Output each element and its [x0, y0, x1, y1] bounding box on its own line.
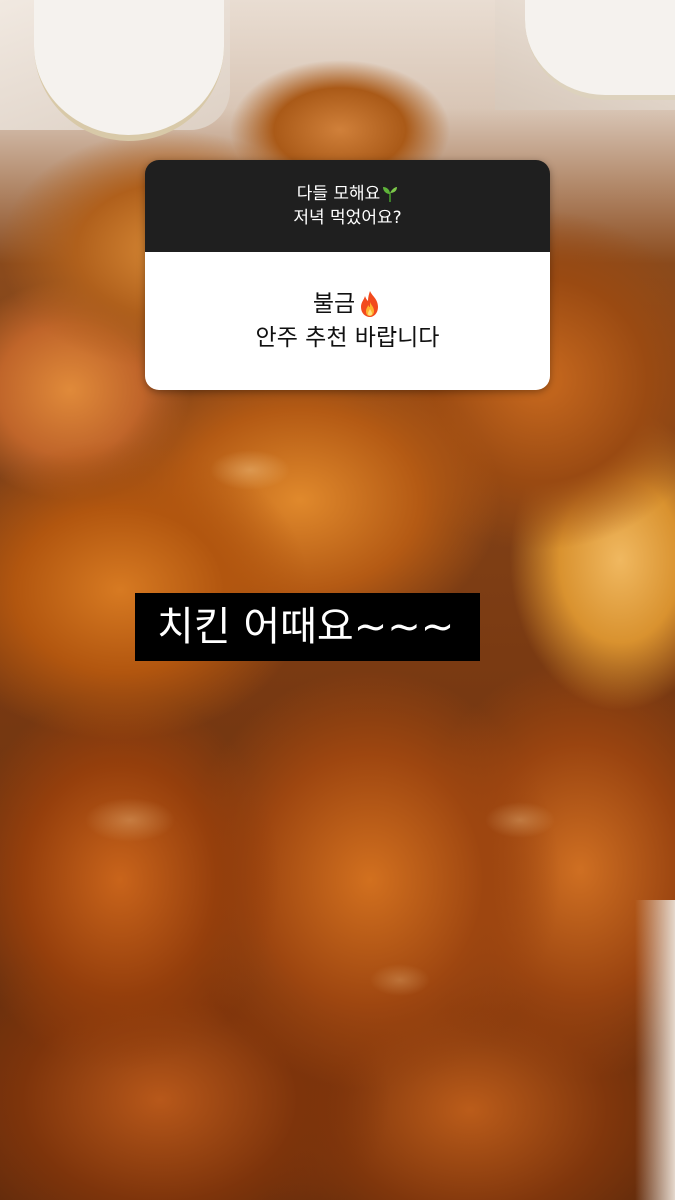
- question-header-text-2: 저녁 먹었어요?: [293, 208, 402, 228]
- question-header-line-1: 다들 모해요: [297, 182, 399, 206]
- story-screen: 다들 모해요 저녁 먹었어요? 불금 안주 추천 바랍니다 치킨 어때요~~~: [0, 0, 675, 1200]
- caption-text-box[interactable]: 치킨 어때요~~~: [135, 593, 480, 661]
- answer-text-1: 불금: [312, 291, 356, 317]
- question-sticker-header: 다들 모해요 저녁 먹었어요?: [145, 160, 550, 252]
- sprout-icon: [383, 187, 398, 202]
- answer-text-2: 안주 추천 바랍니다: [255, 325, 440, 351]
- answer-line-1: 불금: [313, 287, 382, 321]
- question-sticker-answer: 불금 안주 추천 바랍니다: [145, 252, 550, 390]
- answer-line-2: 안주 추천 바랍니다: [256, 321, 440, 355]
- fire-icon: [361, 291, 379, 317]
- question-header-line-2: 저녁 먹었어요?: [293, 206, 401, 230]
- caption-text: 치킨 어때요~~~: [157, 604, 455, 650]
- question-sticker[interactable]: 다들 모해요 저녁 먹었어요? 불금 안주 추천 바랍니다: [145, 160, 550, 390]
- question-header-text-1: 다들 모해요: [296, 184, 381, 204]
